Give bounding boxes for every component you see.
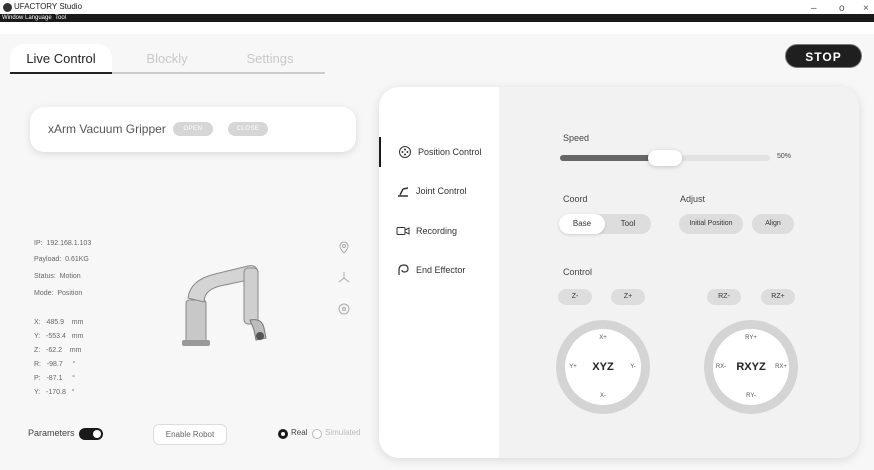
- nav-joint-control[interactable]: Joint Control: [379, 176, 499, 206]
- simulated-radio[interactable]: [312, 429, 322, 439]
- rz-minus-button[interactable]: RZ-: [707, 289, 741, 305]
- adjust-label: Adjust: [680, 194, 706, 204]
- close-button[interactable]: ×: [863, 4, 869, 14]
- gripper-open-button[interactable]: OPEN: [173, 122, 213, 136]
- z-minus-button[interactable]: Z-: [558, 289, 592, 305]
- tab-settings[interactable]: Settings: [230, 44, 310, 74]
- app-logo-icon: [3, 3, 12, 12]
- video-camera-icon: [396, 227, 410, 235]
- maximize-button[interactable]: o: [839, 4, 845, 14]
- nav-position-control[interactable]: Position Control: [379, 137, 499, 167]
- coord-segment: Base Tool: [559, 214, 651, 234]
- mode-text: Mode: Position: [34, 290, 83, 297]
- position-control-pane: Speed 50% Coord Base Tool Adjust Initial…: [499, 87, 859, 458]
- speed-value: 50%: [777, 153, 792, 160]
- nav-label: Position Control: [418, 147, 482, 157]
- nav-label: Joint Control: [416, 186, 467, 196]
- ip-text: IP: 192.168.1.103: [34, 240, 92, 247]
- minimize-button[interactable]: –: [811, 4, 817, 14]
- coord-x: X: 485.9 mm: [34, 319, 84, 326]
- axis-icon[interactable]: [337, 270, 351, 284]
- nav-recording[interactable]: Recording: [379, 216, 499, 246]
- location-icon[interactable]: [337, 241, 351, 255]
- status-text: Status: Motion: [34, 273, 81, 280]
- xyz-center-label: XYZ: [592, 361, 614, 373]
- payload-text: Payload: 0.61KG: [34, 256, 89, 263]
- stop-button[interactable]: STOP: [785, 44, 862, 68]
- parameters-toggle[interactable]: [79, 428, 103, 440]
- menu-tool[interactable]: Tool: [55, 14, 66, 22]
- coord-yaw: Y: -170.8 °: [34, 389, 75, 396]
- rz-plus-button[interactable]: RZ+: [761, 289, 795, 305]
- align-button[interactable]: Align: [752, 214, 794, 234]
- control-panel: Position Control Joint Control Recording…: [379, 87, 859, 458]
- coord-p: P: -87.1 °: [34, 375, 75, 382]
- tab-blockly[interactable]: Blockly: [127, 44, 207, 74]
- rxyz-control-wheel[interactable]: RXYZ RY+ RY- RX- RX+: [704, 320, 798, 414]
- ry-minus-label[interactable]: RY-: [746, 393, 756, 399]
- coord-r: R: -98.7 °: [34, 361, 76, 368]
- main-tabs: Live Control Blockly Settings: [10, 44, 325, 74]
- z-plus-button[interactable]: Z+: [611, 289, 645, 305]
- tab-live-control[interactable]: Live Control: [10, 44, 112, 74]
- initial-position-button[interactable]: Initial Position: [679, 214, 743, 234]
- nav-label: Recording: [416, 226, 458, 236]
- gripper-name: xArm Vacuum Gripper: [48, 122, 166, 136]
- x-plus-label[interactable]: X+: [599, 335, 607, 341]
- coord-tool-option[interactable]: Tool: [605, 214, 651, 234]
- rxyz-center-label: RXYZ: [736, 361, 766, 373]
- rx-plus-label[interactable]: RX+: [775, 364, 787, 370]
- coord-y: Y: -553.4 mm: [34, 333, 84, 340]
- ry-plus-label[interactable]: RY+: [745, 335, 757, 341]
- y-plus-label[interactable]: Y+: [569, 364, 577, 370]
- parameters-label: Parameters: [28, 428, 75, 438]
- target-icon[interactable]: [337, 302, 351, 316]
- gripper-close-button[interactable]: CLOSE: [228, 122, 268, 136]
- menu-bar: Window Language Tool: [0, 14, 874, 34]
- coord-base-option[interactable]: Base: [559, 214, 605, 234]
- real-label: Real: [291, 428, 308, 437]
- control-label: Control: [563, 267, 593, 277]
- speed-slider-handle[interactable]: [648, 150, 682, 166]
- menu-window[interactable]: Window: [2, 14, 23, 22]
- coord-z: Z: -62.2 mm: [34, 347, 82, 354]
- real-radio[interactable]: [278, 429, 288, 439]
- gripper-icon: [398, 264, 409, 275]
- menu-language[interactable]: Language: [25, 14, 52, 22]
- speed-slider[interactable]: [560, 150, 770, 166]
- coord-label: Coord: [563, 194, 588, 204]
- nav-end-effector[interactable]: End Effector: [379, 255, 499, 285]
- toggle-knob: [93, 430, 101, 438]
- enable-robot-button[interactable]: Enable Robot: [153, 424, 227, 445]
- xyz-control-wheel[interactable]: XYZ X+ X- Y+ Y-: [556, 320, 650, 414]
- rx-minus-label[interactable]: RX-: [716, 364, 726, 370]
- joint-arm-icon: [398, 187, 409, 197]
- menu-strip: Window Language Tool: [0, 14, 874, 22]
- position-icon: [399, 146, 411, 158]
- gripper-card: xArm Vacuum Gripper OPEN CLOSE: [30, 107, 356, 152]
- window-title: UFACTORY Studio: [14, 2, 83, 11]
- x-minus-label[interactable]: X-: [600, 393, 606, 399]
- simulated-label: Simulated: [325, 428, 361, 437]
- nav-label: End Effector: [416, 265, 466, 275]
- speed-label: Speed: [563, 133, 590, 143]
- robot-arm-image: [182, 265, 267, 346]
- y-minus-label[interactable]: Y-: [630, 364, 635, 370]
